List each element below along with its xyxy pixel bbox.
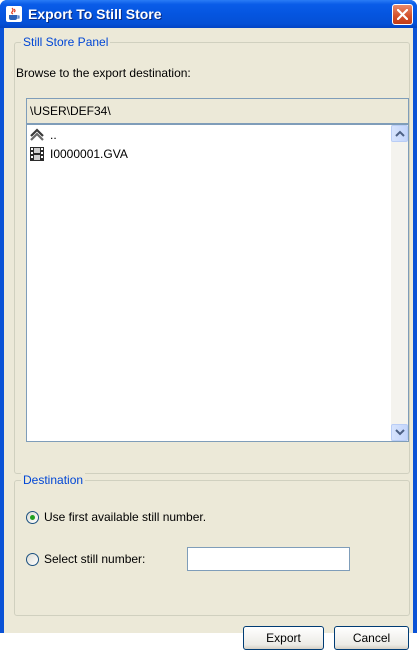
still-store-panel-legend: Still Store Panel — [21, 35, 111, 49]
destination-legend: Destination — [21, 473, 86, 487]
use-first-available-label: Use first available still number. — [44, 510, 207, 524]
use-first-available-option[interactable]: Use first available still number. — [26, 507, 206, 527]
radio-select-still-number[interactable] — [26, 552, 39, 566]
vertical-scrollbar[interactable] — [391, 125, 408, 441]
file-list[interactable]: .. I0000001.GVA — [26, 124, 409, 442]
close-button[interactable] — [392, 4, 413, 25]
chevron-down-icon — [395, 429, 405, 436]
cancel-button[interactable]: Cancel — [334, 626, 409, 650]
list-item-label: I0000001.GVA — [50, 147, 128, 161]
chevron-up-icon — [395, 130, 405, 137]
export-dialog: Export To Still Store Still Store Panel … — [0, 0, 417, 650]
dialog-client-area: Still Store Panel Browse to the export d… — [4, 28, 413, 650]
select-still-number-option[interactable]: Select still number: — [26, 549, 145, 569]
still-number-input[interactable] — [187, 547, 350, 571]
browse-label: Browse to the export destination: — [16, 66, 191, 80]
export-button[interactable]: Export — [243, 626, 324, 650]
scroll-up-button[interactable] — [391, 125, 408, 142]
path-field: \USER\DEF34\ — [26, 98, 409, 124]
list-item-label: .. — [50, 128, 57, 142]
title-bar[interactable]: Export To Still Store — [0, 0, 417, 28]
up-folder-icon — [29, 127, 47, 143]
film-icon — [29, 146, 47, 162]
list-item-parent-folder[interactable]: .. — [29, 126, 57, 144]
scroll-down-button[interactable] — [391, 424, 408, 441]
window-title: Export To Still Store — [28, 6, 162, 22]
list-item-file[interactable]: I0000001.GVA — [29, 145, 128, 163]
java-cup-icon — [6, 6, 22, 22]
close-icon — [397, 9, 408, 20]
select-still-number-label: Select still number: — [44, 552, 146, 566]
radio-use-first-available[interactable] — [26, 510, 39, 524]
